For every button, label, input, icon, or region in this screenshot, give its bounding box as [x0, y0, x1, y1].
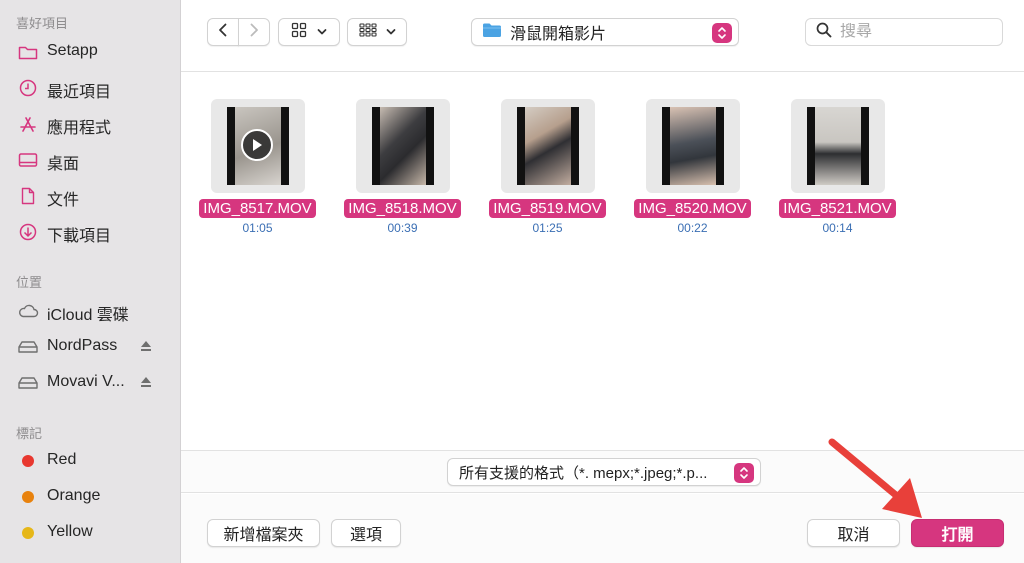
folder-icon — [17, 42, 39, 62]
file-item[interactable]: IMG_8519.MOV 01:25 — [485, 99, 610, 235]
desktop-icon — [17, 150, 39, 170]
sidebar-item-label: 應用程式 — [47, 120, 112, 137]
sidebar-item-label: 下載項目 — [47, 228, 112, 245]
sidebar-item-setapp[interactable]: Setapp — [0, 38, 181, 66]
drive-icon — [17, 373, 39, 393]
search-icon — [816, 22, 832, 43]
path-popup[interactable]: 滑鼠開箱影片 — [471, 18, 739, 46]
sidebar-item-label: Movavi V... — [47, 373, 125, 390]
sidebar-item-label: 桌面 — [47, 156, 80, 173]
sidebar-item-documents[interactable]: 文件 — [0, 182, 181, 210]
open-button[interactable]: 打開 — [911, 519, 1004, 547]
sidebar-item-label: Orange — [47, 487, 101, 504]
format-bar: 所有支援的格式（*. mepx;*.jpeg;*.p... — [181, 450, 1024, 493]
file-duration: 01:25 — [532, 221, 563, 235]
folder-icon — [482, 22, 502, 43]
sidebar: 喜好項目 Setapp 最近項目 應用程式 桌面 文件 下載項目 位置 iClo… — [0, 0, 181, 563]
document-icon — [17, 186, 39, 206]
group-by-button[interactable] — [347, 18, 407, 46]
locations-section-title: 位置 — [16, 275, 43, 290]
file-browser-area: IMG_8517.MOV 01:05 IMG_8518.MOV 00:39 IM… — [181, 73, 1024, 450]
video-thumbnail[interactable] — [645, 99, 740, 193]
applications-icon — [17, 114, 39, 134]
dialog-button-bar: 新增檔案夾 選項 取消 打開 — [181, 494, 1024, 563]
file-format-label: 所有支援的格式（*. mepx;*.jpeg;*.p... — [459, 464, 708, 482]
video-thumbnail[interactable] — [500, 99, 595, 193]
chevron-left-icon — [218, 23, 228, 42]
file-name: IMG_8518.MOV — [344, 199, 461, 218]
forward-button[interactable] — [238, 18, 270, 46]
path-label: 滑鼠開箱影片 — [510, 26, 607, 43]
sidebar-item-tag-orange[interactable]: Orange — [0, 483, 181, 511]
updown-chevron-icon — [712, 23, 732, 43]
back-button[interactable] — [207, 18, 239, 46]
eject-icon[interactable] — [139, 375, 153, 389]
download-icon — [17, 222, 39, 242]
sidebar-item-label: Setapp — [47, 42, 98, 59]
view-mode-button[interactable] — [278, 18, 340, 46]
sidebar-item-applications[interactable]: 應用程式 — [0, 110, 181, 138]
sidebar-item-tag-red[interactable]: Red — [0, 447, 181, 475]
file-item[interactable]: IMG_8518.MOV 00:39 — [340, 99, 465, 235]
file-name: IMG_8521.MOV — [779, 199, 896, 218]
file-duration: 01:05 — [242, 221, 273, 235]
sidebar-item-desktop[interactable]: 桌面 — [0, 146, 181, 174]
video-thumbnail[interactable] — [790, 99, 885, 193]
sidebar-item-downloads[interactable]: 下載項目 — [0, 218, 181, 246]
red-tag-dot-icon — [17, 451, 39, 471]
yellow-tag-dot-icon — [17, 523, 39, 543]
video-thumbnail[interactable] — [210, 99, 305, 193]
sidebar-item-label: NordPass — [47, 337, 118, 354]
search-input[interactable] — [840, 23, 990, 41]
sidebar-item-label: Red — [47, 451, 77, 468]
sidebar-item-recents[interactable]: 最近項目 — [0, 74, 181, 102]
file-item[interactable]: IMG_8520.MOV 00:22 — [630, 99, 755, 235]
sidebar-item-label: iCloud 雲碟 — [47, 307, 129, 324]
chevron-right-icon — [249, 23, 259, 42]
cancel-button[interactable]: 取消 — [807, 519, 900, 547]
file-name: IMG_8517.MOV — [199, 199, 316, 218]
file-duration: 00:14 — [822, 221, 853, 235]
play-icon[interactable] — [240, 129, 273, 161]
sidebar-item-icloud[interactable]: iCloud 雲碟 — [0, 297, 181, 325]
file-item[interactable]: IMG_8517.MOV 01:05 — [195, 99, 320, 235]
options-button[interactable]: 選項 — [331, 519, 401, 547]
chevron-down-icon — [386, 23, 396, 41]
file-name: IMG_8519.MOV — [489, 199, 606, 218]
favorites-section-title: 喜好項目 — [16, 16, 69, 31]
sidebar-item-tag-yellow[interactable]: Yellow — [0, 519, 181, 547]
new-folder-button[interactable]: 新增檔案夾 — [207, 519, 320, 547]
sidebar-item-label: 文件 — [47, 192, 80, 209]
grid-view-icon — [291, 22, 307, 43]
file-name: IMG_8520.MOV — [634, 199, 751, 218]
chevron-down-icon — [317, 23, 327, 41]
cloud-icon — [17, 301, 39, 321]
orange-tag-dot-icon — [17, 487, 39, 507]
tags-section-title: 標記 — [16, 426, 43, 441]
file-duration: 00:22 — [677, 221, 708, 235]
sidebar-item-nordpass[interactable]: NordPass — [0, 333, 181, 361]
search-field[interactable] — [805, 18, 1003, 46]
file-item[interactable]: IMG_8521.MOV 00:14 — [775, 99, 900, 235]
file-duration: 00:39 — [387, 221, 418, 235]
sidebar-item-label: 最近項目 — [47, 84, 112, 101]
drive-icon — [17, 337, 39, 357]
file-format-popup[interactable]: 所有支援的格式（*. mepx;*.jpeg;*.p... — [447, 458, 761, 486]
sidebar-item-label: Yellow — [47, 523, 93, 540]
clock-icon — [17, 78, 39, 98]
sidebar-item-movavi[interactable]: Movavi V... — [0, 369, 181, 397]
updown-chevron-icon — [734, 463, 754, 483]
toolbar: 滑鼠開箱影片 — [181, 0, 1024, 72]
eject-icon[interactable] — [139, 339, 153, 353]
video-thumbnail[interactable] — [355, 99, 450, 193]
group-icon — [358, 22, 377, 42]
